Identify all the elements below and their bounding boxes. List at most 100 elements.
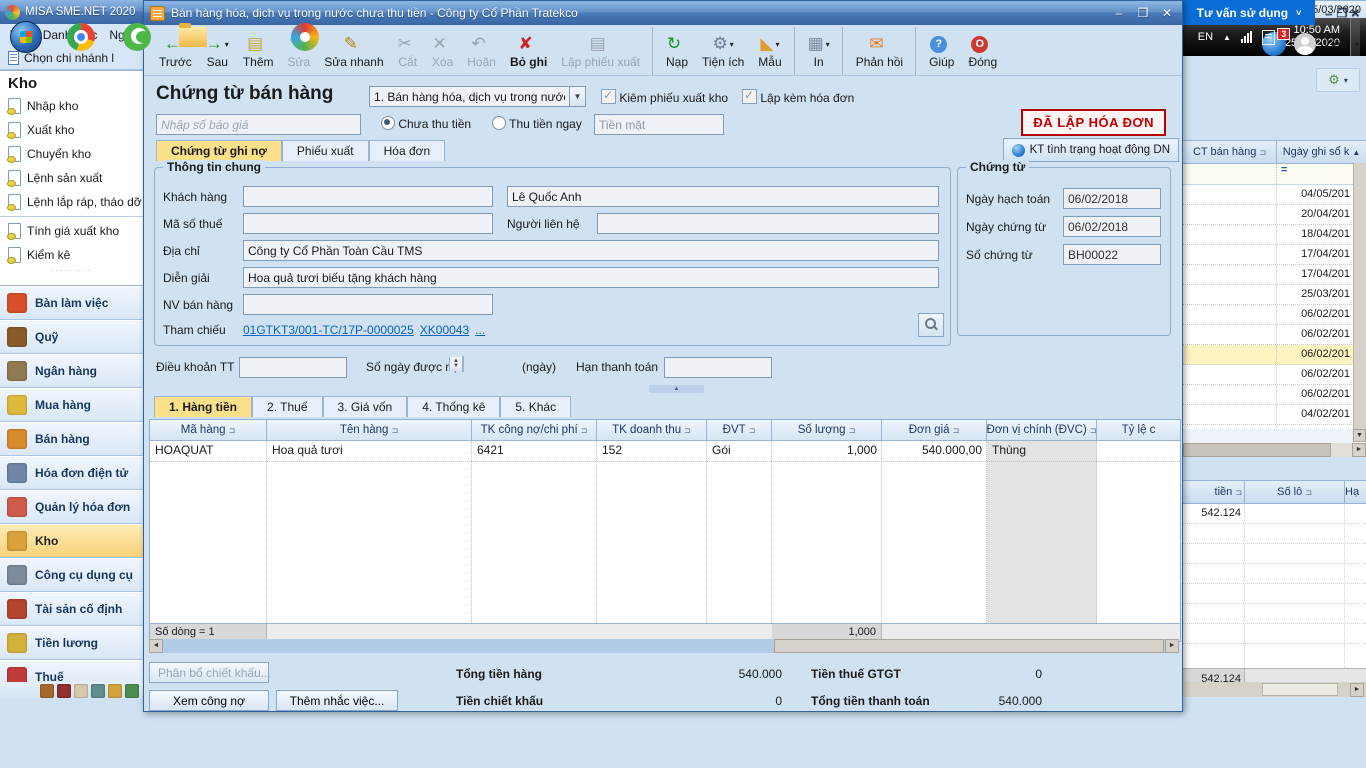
pin-icon[interactable]: ⊐	[749, 426, 756, 435]
toolbar-button[interactable]: ✉ ▾ Phản hồi	[849, 27, 916, 75]
toolbar-button[interactable]: ▤ ▾ Lập phiếu xuất	[554, 27, 653, 75]
support-button[interactable]: Tư vấn sử dụng ˅	[1183, 0, 1315, 25]
pin-icon[interactable]: ⊐	[1235, 488, 1242, 497]
detail-tab[interactable]: 5. Khác	[500, 396, 571, 417]
filter-operator[interactable]: =	[1277, 164, 1287, 184]
column-header[interactable]: Số lô⊐	[1245, 481, 1345, 503]
dropdown-arrow-icon[interactable]: ▾	[225, 40, 229, 49]
pin-icon[interactable]: ⊐	[1305, 488, 1312, 497]
column-header[interactable]: Đơn giá⊐	[882, 420, 987, 440]
checkbox-kiem-phieu[interactable]: Kiêm phiếu xuất kho	[601, 89, 728, 105]
radio-paid-now[interactable]: Thu tiền ngay	[492, 116, 582, 131]
grid-horizontal-scrollbar[interactable]: ►	[1183, 682, 1366, 697]
reference-link[interactable]: 01GTKT3/001-TC/17P-0000025	[243, 323, 414, 337]
scrollbar-thumb[interactable]	[1183, 443, 1331, 457]
toolbar-button[interactable]: ◣ ▾ Mẫu	[751, 27, 794, 75]
toolbar-button[interactable]: ↶ ▾ Hoãn	[460, 27, 503, 75]
checkbox-icon[interactable]	[742, 89, 757, 104]
checkbox-icon[interactable]	[601, 89, 616, 104]
detail-tab[interactable]: 1. Hàng tiền	[154, 396, 252, 417]
maximize-button[interactable]: ❐	[1134, 6, 1152, 20]
toolbar-button[interactable]: ? ▾ Giúp	[922, 27, 961, 75]
collapse-handle[interactable]: ▲	[649, 385, 704, 393]
sidebar-nav-item[interactable]: Hóa đơn điện tử	[0, 456, 143, 490]
step-down-icon[interactable]: ▼	[449, 362, 462, 371]
table-row[interactable]: HOAQUAT Hoa quả tươi 6421 152 Gói 1,000 …	[150, 441, 1180, 462]
column-header[interactable]: Ngày ghi sổ k▲	[1277, 141, 1366, 163]
scroll-right-icon[interactable]: ►	[1165, 639, 1179, 653]
kt-status-button[interactable]: KT tình trạng hoạt động DN	[1003, 138, 1179, 162]
view-debt-button[interactable]: Xem công nợ	[149, 690, 269, 711]
column-header[interactable]: Hạ	[1345, 481, 1366, 503]
grid-row[interactable]: 06/02/201	[1183, 325, 1366, 345]
grid-vertical-scrollbar[interactable]	[1353, 163, 1366, 429]
checkbox-lap-kem[interactable]: Lập kèm hóa đơn	[742, 89, 854, 105]
user-menu-arrow-icon[interactable]: ▾	[1355, 40, 1359, 49]
detail-tab[interactable]: 2. Thuế	[252, 396, 322, 417]
toolbar-button[interactable]: ▦ ▾ In	[801, 27, 843, 75]
tax-code-input[interactable]	[243, 213, 493, 234]
grid-row[interactable]: 18/04/201	[1183, 225, 1366, 245]
sidebar-nav-item[interactable]: Công cụ dụng cụ	[0, 558, 143, 592]
reference-link[interactable]: ...	[475, 323, 485, 337]
reference-link[interactable]: XK00043	[420, 323, 469, 337]
column-header[interactable]: TK doanh thu⊐	[597, 420, 707, 440]
document-tab[interactable]: Hóa đơn	[369, 140, 446, 161]
terms-input[interactable]	[239, 357, 347, 378]
grid-row[interactable]: 04/02/201	[1183, 405, 1366, 425]
sidebar-nav-item[interactable]: Mua hàng	[0, 388, 143, 422]
toolbar-button[interactable]: ▤ ▾ Thêm	[236, 27, 281, 75]
column-header[interactable]: ĐVT⊐	[707, 420, 772, 440]
payment-method-input[interactable]	[594, 114, 724, 135]
mini-module-icon[interactable]	[74, 684, 88, 698]
sidebar-item[interactable]: Tính giá xuất kho	[0, 219, 143, 243]
radio-not-paid[interactable]: Chưa thu tiền	[381, 116, 471, 131]
scroll-down-icon[interactable]: ▼	[1353, 429, 1366, 442]
user-name[interactable]: Liên	[1324, 37, 1347, 51]
due-date-input[interactable]	[664, 357, 772, 378]
allocate-discount-button[interactable]: Phân bổ chiết khấu...	[149, 662, 269, 683]
close-button[interactable]: ✕	[1158, 6, 1176, 20]
grid-row[interactable]: 25/03/201	[1183, 285, 1366, 305]
grid-row[interactable]: 06/02/201	[1183, 385, 1366, 405]
column-header[interactable]: Tên hàng⊐	[267, 420, 472, 440]
sidebar-nav-item[interactable]: Bàn làm việc	[0, 286, 143, 320]
sidebar-nav-item[interactable]: Quỹ	[0, 320, 143, 354]
doc-date-input[interactable]	[1063, 216, 1161, 237]
sidebar-item[interactable]: Lệnh sản xuất	[0, 166, 143, 190]
toolbar-button[interactable]: ⚙ ▾ Tiện ích	[695, 27, 751, 75]
sidebar-nav-item[interactable]: Tiền lương	[0, 626, 143, 660]
grid-row[interactable]: 06/02/201	[1183, 345, 1366, 365]
doc-number-input[interactable]	[1063, 244, 1161, 265]
minimize-button[interactable]: –	[1322, 6, 1335, 20]
toolbar-button[interactable]: ✘ ▾ Bỏ ghi	[503, 27, 554, 75]
sidebar-item[interactable]: Nhập kho	[0, 94, 143, 118]
chevron-down-icon[interactable]: ▼	[569, 86, 586, 107]
pin-icon[interactable]: ⊐	[684, 426, 691, 435]
quote-number-input[interactable]	[156, 114, 361, 135]
dropdown-arrow-icon[interactable]: ▾	[730, 40, 734, 49]
grid-horizontal-scrollbar[interactable]: ►	[1183, 443, 1366, 457]
dropdown-arrow-icon[interactable]: ▾	[775, 40, 779, 49]
mini-module-icon[interactable]	[125, 684, 139, 698]
zoom-search-button[interactable]	[918, 313, 944, 337]
pin-icon[interactable]: ⊐	[229, 426, 236, 435]
column-header[interactable]: CT bán hàng⊐	[1183, 141, 1277, 163]
column-header[interactable]: Đơn vị chính (ĐVC)⊐	[987, 420, 1097, 440]
avatar[interactable]	[1294, 33, 1316, 55]
column-header[interactable]: Mã hàng⊐	[150, 420, 267, 440]
detail-tab[interactable]: 3. Giá vốn	[323, 396, 408, 417]
column-header[interactable]: tiền⊐	[1183, 481, 1245, 503]
customer-code-input[interactable]	[243, 186, 493, 207]
scroll-right-icon[interactable]: ►	[1352, 443, 1366, 457]
toolbar-button[interactable]: ✎ ▾ Sửa nhanh	[317, 27, 390, 75]
column-header[interactable]: Tỷ lệ c	[1097, 420, 1180, 440]
contact-input[interactable]	[597, 213, 939, 234]
radio-icon[interactable]	[381, 116, 395, 130]
pin-icon[interactable]: ⊐	[1259, 148, 1266, 157]
seller-input[interactable]	[243, 294, 493, 315]
radio-icon[interactable]	[492, 116, 506, 130]
grid-row[interactable]: 17/04/201	[1183, 245, 1366, 265]
document-tab[interactable]: Phiếu xuất	[282, 140, 369, 161]
start-button[interactable]	[10, 21, 42, 53]
